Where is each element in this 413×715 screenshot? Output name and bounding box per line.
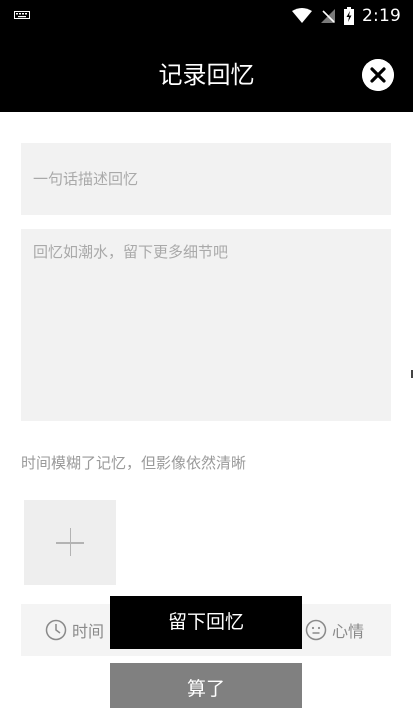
- page-title: 记录回忆: [158, 61, 255, 89]
- cancel-button[interactable]: 算了: [110, 663, 302, 708]
- title-bar: 记录回忆: [0, 32, 413, 112]
- summary-placeholder: 一句话描述回忆: [33, 170, 139, 188]
- detail-placeholder: 回忆如潮水，留下更多细节吧: [33, 243, 229, 261]
- battery-charging-icon: [344, 7, 355, 25]
- keyboard-icon: [14, 11, 30, 19]
- time-label: 时间: [72, 622, 105, 641]
- no-signal-icon: [321, 9, 336, 23]
- save-memory-button[interactable]: 留下回忆: [110, 596, 302, 649]
- summary-input[interactable]: 一句话描述回忆: [21, 143, 391, 215]
- wifi-icon: [292, 8, 313, 23]
- status-bar: 2:19: [0, 0, 413, 32]
- status-time: 2:19: [362, 6, 401, 26]
- detail-textarea[interactable]: 回忆如潮水，留下更多细节吧: [21, 229, 391, 421]
- add-photo-button[interactable]: [24, 500, 116, 585]
- mood-label: 心情: [332, 622, 365, 641]
- time-button[interactable]: 时间: [45, 604, 104, 656]
- close-icon[interactable]: [362, 59, 394, 91]
- photo-hint: 时间模糊了记忆，但影像依然清晰: [21, 454, 247, 472]
- smiley-icon: [305, 619, 327, 641]
- status-icons: 2:19: [292, 6, 401, 26]
- mood-button[interactable]: 心情: [305, 604, 364, 656]
- clock-icon: [45, 619, 67, 641]
